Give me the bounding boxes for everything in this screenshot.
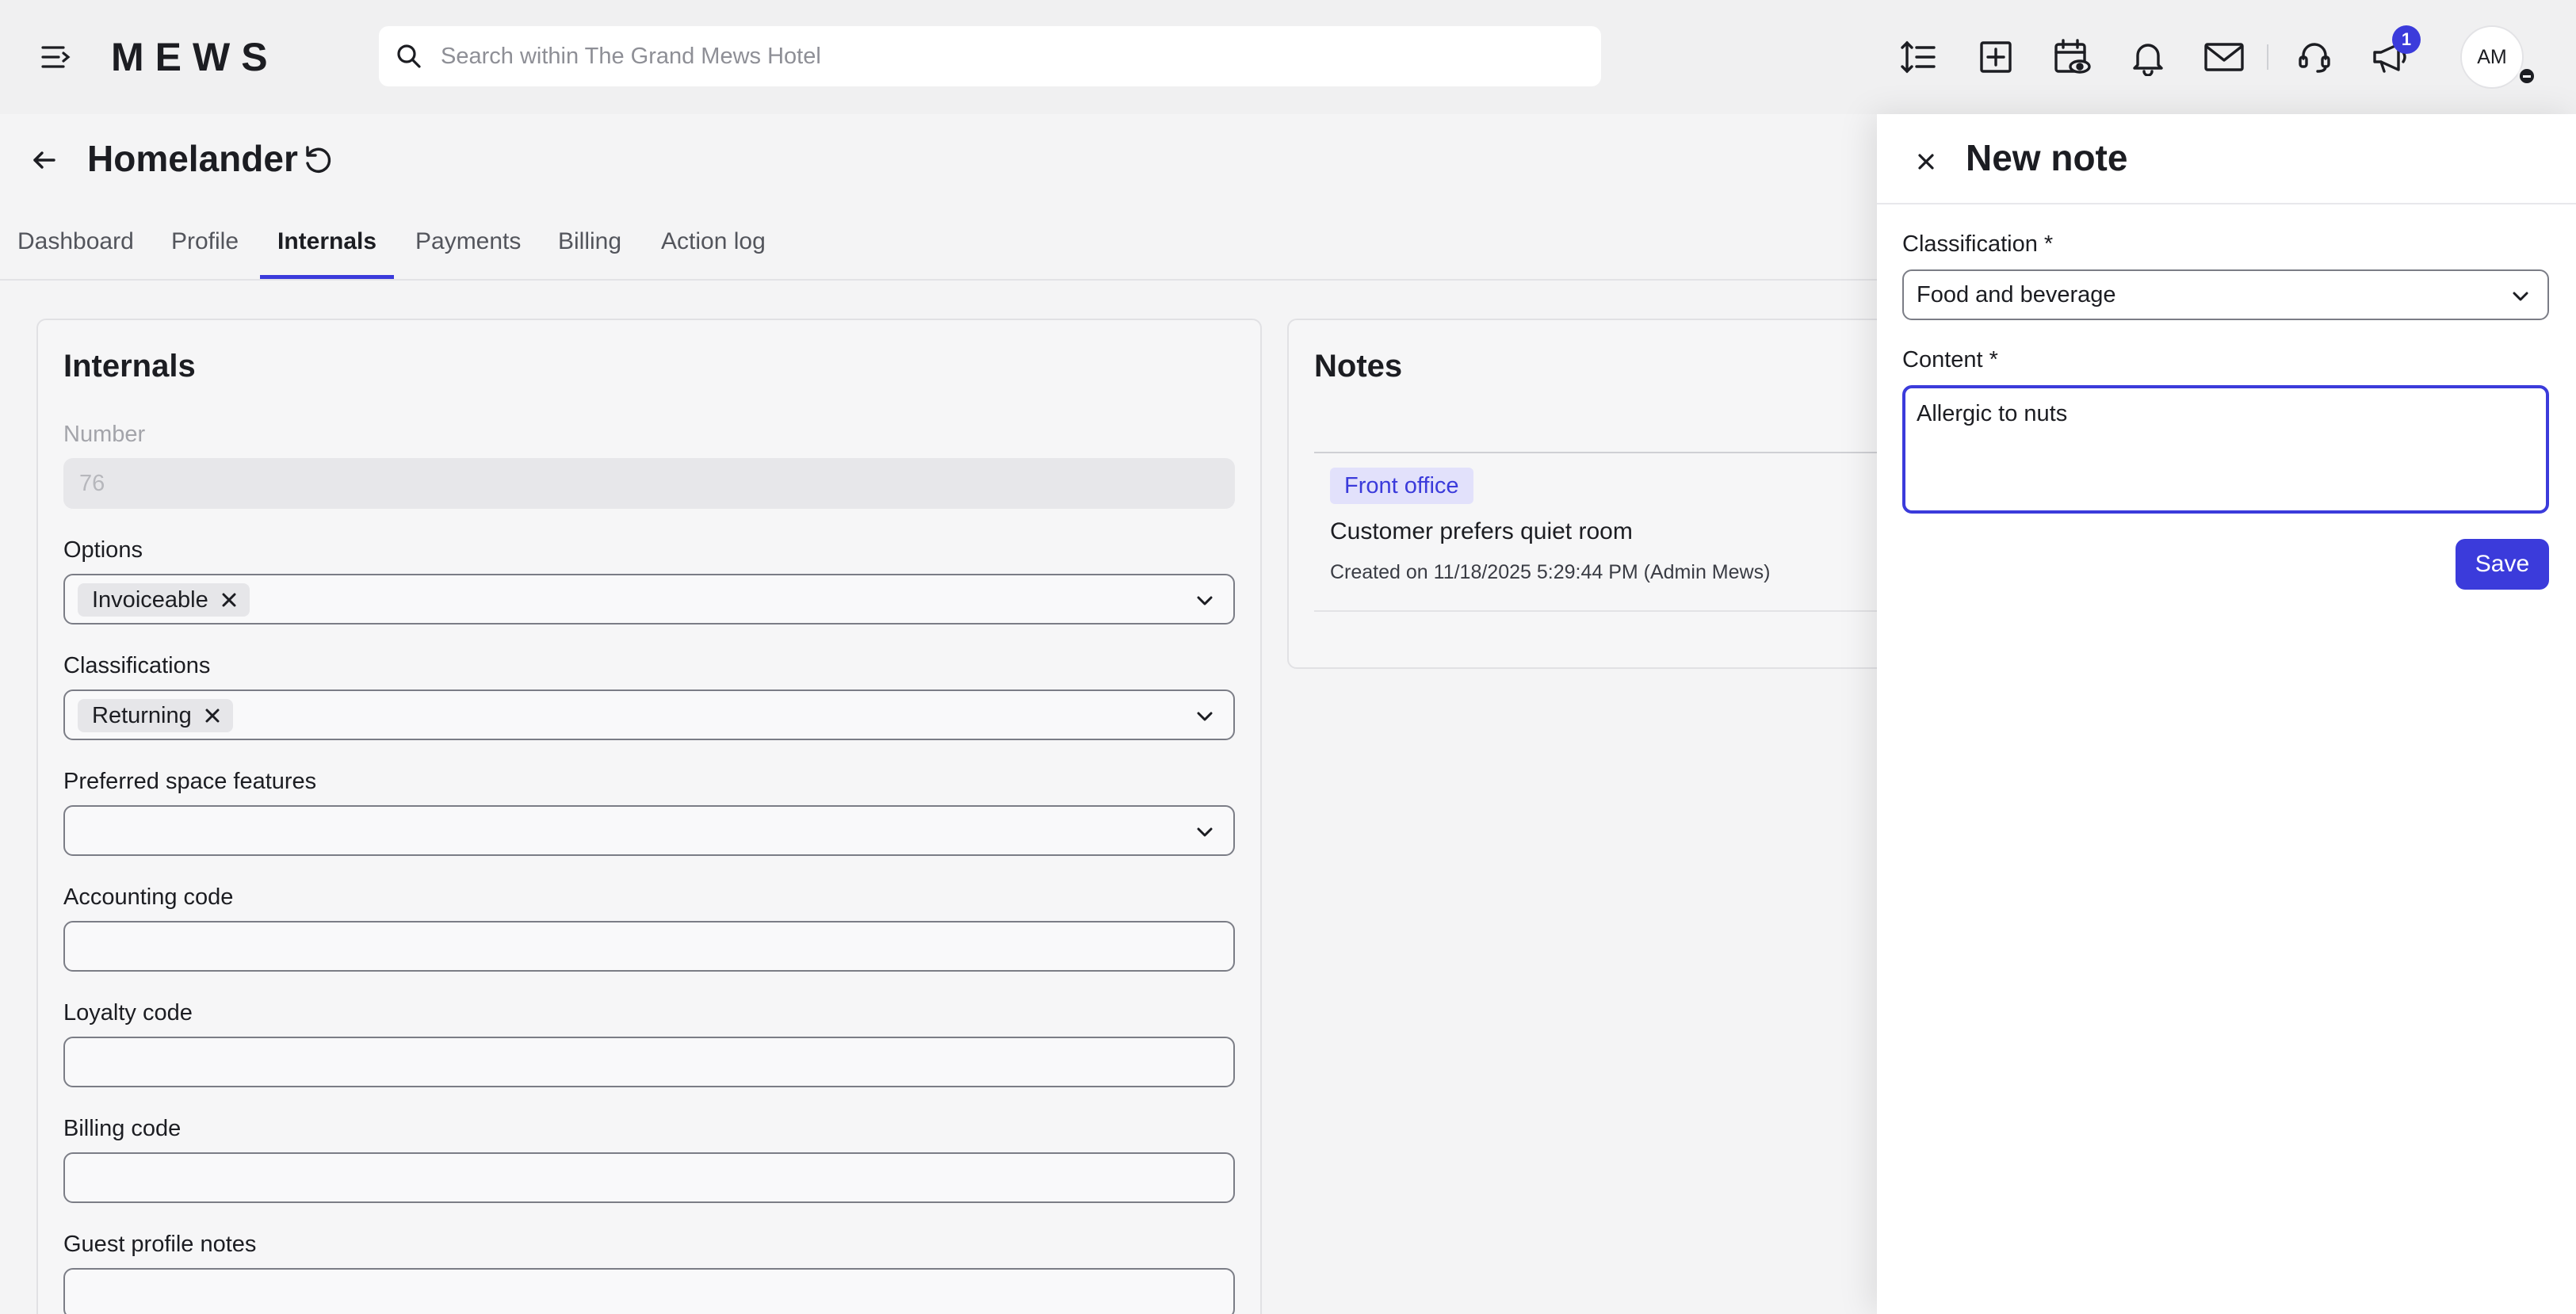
- internals-card: Internals Number 76 Options Invoiceable …: [36, 319, 1262, 1314]
- option-chip-label: Invoiceable: [92, 586, 208, 613]
- note-meta: Created on 11/18/2025 5:29:44 PM (Admin …: [1330, 561, 1771, 583]
- menu-icon[interactable]: [38, 41, 73, 73]
- guest-notes-label: Guest profile notes: [63, 1232, 257, 1257]
- classifications-select[interactable]: Returning: [63, 689, 1235, 740]
- classification-value: Food and beverage: [1917, 282, 2116, 307]
- billing-code-input[interactable]: [63, 1152, 1235, 1203]
- content-label: Content *: [1902, 347, 1998, 372]
- panel-title: New note: [1966, 137, 2128, 178]
- calendar-view-icon[interactable]: [2047, 32, 2097, 82]
- tab-bar: Dashboard Profile Internals Payments Bil…: [0, 219, 1878, 281]
- classification-chip: Returning: [78, 699, 233, 732]
- chevron-down-icon: [1197, 596, 1213, 605]
- toolbar-divider: [2267, 44, 2268, 70]
- tab-billing[interactable]: Billing: [541, 228, 639, 279]
- chevron-down-icon: [1197, 712, 1213, 721]
- new-note-panel: New note Classification * Food and bever…: [1877, 114, 2576, 1314]
- number-label: Number: [63, 422, 146, 447]
- space-features-label: Preferred space features: [63, 769, 317, 794]
- tab-payments[interactable]: Payments: [398, 228, 538, 279]
- chevron-down-icon: [1197, 827, 1213, 837]
- options-select[interactable]: Invoiceable: [63, 574, 1235, 625]
- number-value: 76: [79, 471, 105, 496]
- accounting-code-input[interactable]: [63, 921, 1235, 972]
- user-avatar[interactable]: AM: [2460, 25, 2524, 89]
- divider: [1877, 203, 2576, 204]
- guest-notes-input[interactable]: [63, 1268, 1235, 1314]
- number-field: 76: [63, 458, 1235, 509]
- tab-dashboard[interactable]: Dashboard: [0, 228, 151, 279]
- add-square-icon[interactable]: [1970, 32, 2021, 82]
- tab-profile[interactable]: Profile: [154, 228, 256, 279]
- save-button[interactable]: Save: [2456, 539, 2549, 590]
- mail-icon[interactable]: [2199, 32, 2249, 82]
- classification-chip-label: Returning: [92, 702, 192, 728]
- close-icon[interactable]: [1907, 143, 1945, 181]
- status-indicator: [2517, 67, 2536, 86]
- billing-code-label: Billing code: [63, 1116, 182, 1141]
- note-text[interactable]: Customer prefers quiet room: [1330, 518, 1633, 545]
- refresh-icon[interactable]: [301, 143, 336, 178]
- tab-internals[interactable]: Internals: [260, 228, 395, 279]
- classification-select[interactable]: Food and beverage: [1902, 269, 2549, 320]
- loyalty-code-label: Loyalty code: [63, 1000, 193, 1026]
- search-input[interactable]: [441, 43, 1550, 70]
- page-title: Homelander: [87, 138, 298, 179]
- support-headset-icon[interactable]: [2289, 32, 2340, 82]
- notification-badge: 1: [2392, 25, 2421, 54]
- notes-title: Notes: [1314, 349, 1403, 384]
- back-arrow-icon[interactable]: [25, 141, 63, 179]
- bell-icon[interactable]: [2123, 32, 2173, 82]
- classification-label: Classification *: [1902, 231, 2054, 257]
- space-features-select[interactable]: [63, 805, 1235, 856]
- remove-chip-icon[interactable]: [203, 706, 222, 725]
- remove-chip-icon[interactable]: [220, 590, 239, 609]
- tab-action-log[interactable]: Action log: [644, 228, 783, 279]
- search-bar[interactable]: [379, 26, 1601, 86]
- top-bar: MEWS Search within The Grand Mews Hotel …: [0, 0, 2576, 114]
- classifications-label: Classifications: [63, 653, 211, 678]
- options-label: Options: [63, 537, 143, 563]
- loyalty-code-input[interactable]: [63, 1037, 1235, 1087]
- chevron-down-icon: [2513, 292, 2528, 301]
- sort-lines-icon[interactable]: [1893, 32, 1943, 82]
- option-chip: Invoiceable: [78, 583, 250, 617]
- note-classification-tag: Front office: [1330, 468, 1473, 504]
- content-textarea[interactable]: Allergic to nuts: [1902, 385, 2549, 514]
- search-icon: [397, 44, 421, 68]
- mews-logo[interactable]: MEWS: [111, 35, 279, 79]
- internals-title: Internals: [63, 349, 196, 384]
- accounting-code-label: Accounting code: [63, 884, 234, 910]
